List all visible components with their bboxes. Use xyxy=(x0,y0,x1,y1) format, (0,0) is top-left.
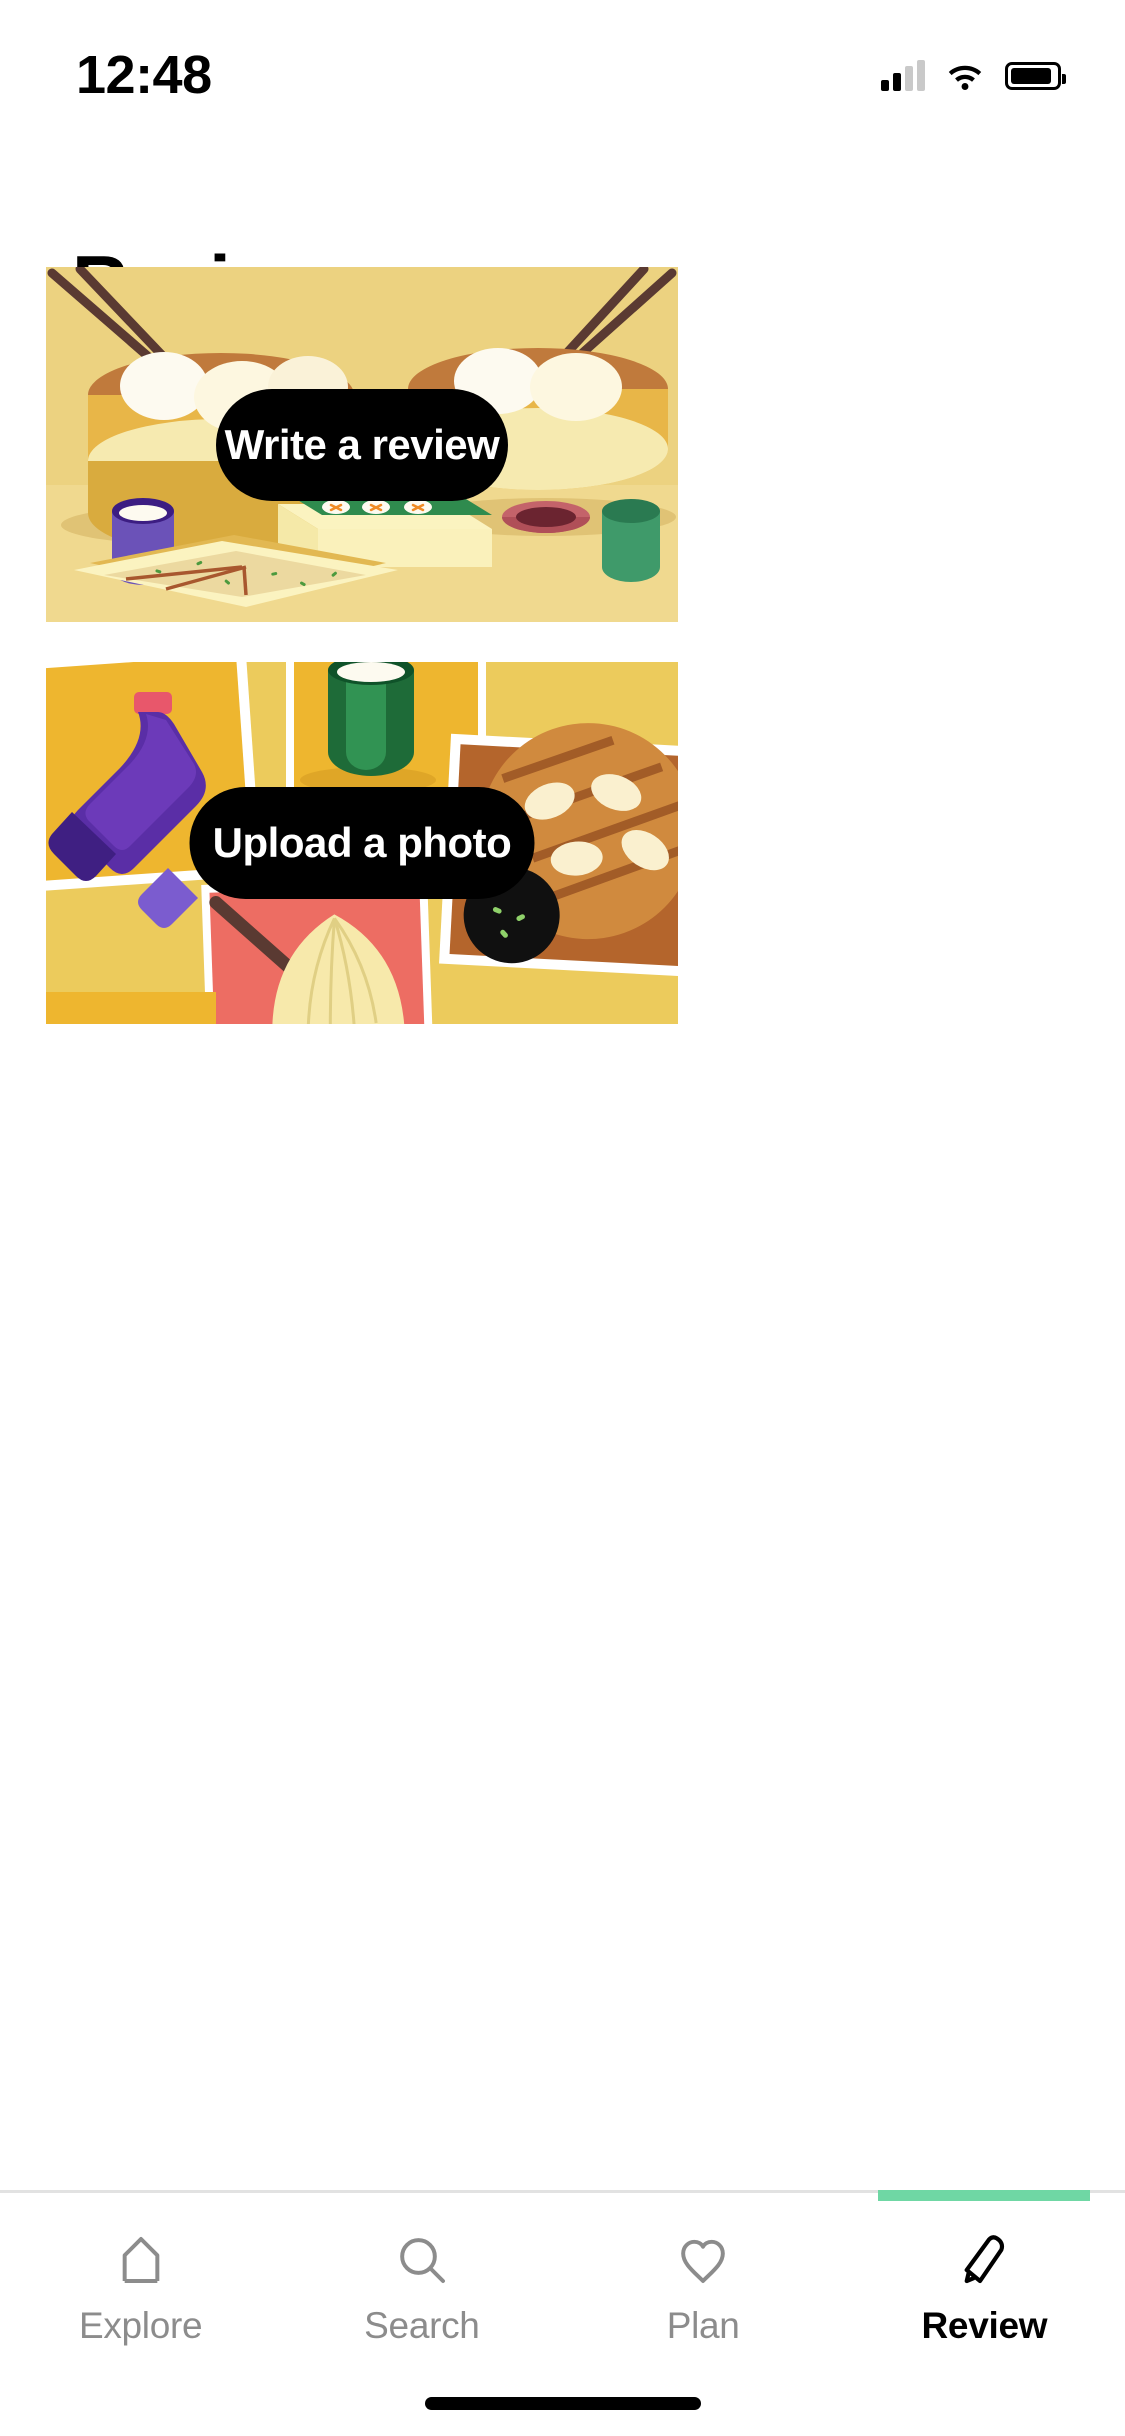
write-a-review-button[interactable]: Write a review xyxy=(216,388,508,501)
upload-a-photo-card[interactable]: Upload a photo xyxy=(46,662,678,1024)
pencil-icon xyxy=(953,2229,1015,2291)
tab-label: Search xyxy=(364,2305,480,2346)
battery-icon xyxy=(1005,62,1066,90)
status-bar: 12:48 xyxy=(0,0,1125,140)
write-a-review-card[interactable]: Write a review xyxy=(46,267,678,622)
tab-label: Plan xyxy=(666,2305,740,2346)
status-icons xyxy=(881,60,1066,91)
tab-label: Explore xyxy=(78,2305,203,2346)
tab-plan[interactable]: Plan xyxy=(563,2193,844,2365)
tab-explore[interactable]: Explore xyxy=(0,2193,281,2365)
search-icon xyxy=(391,2229,453,2291)
tab-search[interactable]: Search xyxy=(281,2193,562,2365)
cellular-signal-icon xyxy=(881,60,925,91)
tab-label: Review xyxy=(921,2305,1048,2346)
home-indicator xyxy=(424,2397,701,2410)
status-time: 12:48 xyxy=(76,45,212,105)
tab-review[interactable]: Review xyxy=(844,2190,1125,2365)
bottom-tab-bar: Explore Search Plan Review xyxy=(0,2190,1125,2436)
upload-a-photo-button[interactable]: Upload a photo xyxy=(189,787,535,899)
heart-icon xyxy=(672,2229,734,2291)
home-icon xyxy=(110,2229,172,2291)
tab-active-indicator xyxy=(878,2190,1091,2201)
app-screen: 12:48 Review xyxy=(0,0,1125,2436)
wifi-icon xyxy=(948,65,982,90)
